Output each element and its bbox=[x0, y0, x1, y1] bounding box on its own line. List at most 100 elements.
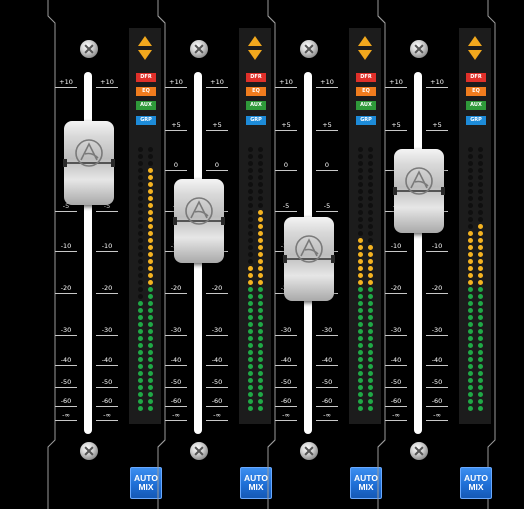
meter-led-left bbox=[468, 287, 473, 292]
scale-mark: +10 bbox=[55, 78, 77, 88]
brand-logo-icon bbox=[295, 235, 323, 263]
fader-knob[interactable] bbox=[283, 217, 335, 302]
scale-mark: +5 bbox=[275, 121, 297, 131]
fader-notch bbox=[393, 187, 397, 196]
meter-led-left bbox=[468, 399, 473, 404]
meter-led-left bbox=[468, 245, 473, 250]
meter-led-right bbox=[478, 329, 483, 334]
brand-logo-icon bbox=[75, 139, 103, 168]
scale-mark: -40 bbox=[275, 356, 297, 366]
meter-led-left bbox=[468, 238, 473, 243]
send-button-eq[interactable]: EQ bbox=[466, 87, 486, 96]
meter-led-left bbox=[468, 350, 473, 355]
brand-logo-icon bbox=[185, 197, 213, 226]
scale-mark: -50 bbox=[385, 378, 407, 388]
fader-knob[interactable] bbox=[63, 121, 115, 206]
meter-led-right bbox=[478, 161, 483, 166]
channel-select-down-icon[interactable] bbox=[468, 50, 482, 60]
scale-mark: -10 bbox=[55, 242, 77, 252]
meter-led-right bbox=[478, 357, 483, 362]
meter-led-left bbox=[468, 301, 473, 306]
meter-led-right bbox=[478, 224, 483, 229]
scale-mark: -30 bbox=[165, 326, 187, 336]
meter-led-left bbox=[468, 308, 473, 313]
meter-led-left bbox=[468, 280, 473, 285]
meter-led-right bbox=[478, 154, 483, 159]
meter-led-left bbox=[468, 385, 473, 390]
level-meter bbox=[466, 140, 486, 411]
meter-led-right bbox=[478, 231, 483, 236]
meter-led-left bbox=[468, 329, 473, 334]
meter-led-left bbox=[468, 259, 473, 264]
scale-mark: -40 bbox=[385, 356, 407, 366]
meter-led-left bbox=[468, 231, 473, 236]
fader-track bbox=[414, 72, 422, 434]
meter-led-left bbox=[468, 343, 473, 348]
channel-control-panel: DFR EQ AUX GRP bbox=[459, 28, 491, 424]
scale-mark: -∞ bbox=[55, 411, 77, 421]
meter-led-left bbox=[468, 196, 473, 201]
meter-led-right bbox=[478, 280, 483, 285]
scale-mark: +10 bbox=[385, 78, 407, 88]
scale-mark: -20 bbox=[165, 284, 187, 294]
scale-mark: +5 bbox=[426, 121, 448, 131]
scale-mark: -20 bbox=[385, 284, 407, 294]
scale-mark: -10 bbox=[385, 242, 407, 252]
meter-led-left bbox=[468, 161, 473, 166]
channel-strip-3: +10+50-5-10-20-30-40-50-60-∞+10+50-5-10-… bbox=[220, 0, 386, 509]
meter-led-right bbox=[478, 175, 483, 180]
meter-led-left bbox=[468, 294, 473, 299]
meter-led-right bbox=[478, 196, 483, 201]
send-button-grp[interactable]: GRP bbox=[466, 116, 486, 125]
scale-mark: -20 bbox=[55, 284, 77, 294]
meter-led-left bbox=[468, 266, 473, 271]
fader-knob[interactable] bbox=[393, 149, 445, 234]
scale-mark: -60 bbox=[165, 397, 187, 407]
scale-mark: -50 bbox=[275, 378, 297, 388]
scale-mark: -30 bbox=[55, 326, 77, 336]
fader-scale-left: +10 -5 -10 -20 -30 -40 -50 -60 -∞ bbox=[55, 0, 81, 509]
scale-mark: -40 bbox=[165, 356, 187, 366]
mixer-console: +10 -5 -10 -20 -30 -40 -50 -60 -∞ +10 -5 -10 -20 -30-… bbox=[0, 0, 524, 509]
scale-mark: -60 bbox=[426, 397, 448, 407]
meter-led-left bbox=[468, 371, 473, 376]
meter-led-right bbox=[478, 203, 483, 208]
scale-mark: +10 bbox=[165, 78, 187, 88]
fader-notch bbox=[283, 255, 287, 264]
meter-led-left bbox=[468, 322, 473, 327]
scale-mark: -∞ bbox=[426, 411, 448, 421]
meter-led-left bbox=[468, 182, 473, 187]
channel-strip-1: +10 -5 -10 -20 -30 -40 -50 -60 -∞ +10 -5 -10 -20 -30-… bbox=[0, 0, 166, 509]
scale-mark: -60 bbox=[275, 397, 297, 407]
meter-led-right bbox=[478, 294, 483, 299]
scale-mark: -∞ bbox=[165, 411, 187, 421]
scale-mark: +10 bbox=[275, 78, 297, 88]
fader-knob[interactable] bbox=[173, 179, 225, 264]
scale-mark: -20 bbox=[426, 284, 448, 294]
meter-led-left bbox=[468, 357, 473, 362]
scale-mark: -5 bbox=[275, 202, 297, 212]
meter-led-right bbox=[478, 182, 483, 187]
meter-led-left bbox=[468, 203, 473, 208]
send-button-dfr[interactable]: DFR bbox=[466, 73, 486, 82]
meter-led-left bbox=[468, 154, 473, 159]
fader-notch bbox=[173, 217, 177, 226]
channel-select-up-icon[interactable] bbox=[468, 36, 482, 46]
scale-mark: +5 bbox=[165, 121, 187, 131]
meter-led-right bbox=[478, 259, 483, 264]
automix-button[interactable]: AUTO MIX bbox=[460, 467, 492, 499]
send-button-aux[interactable]: AUX bbox=[466, 101, 486, 110]
fader-notch bbox=[441, 187, 445, 196]
scale-mark: +5 bbox=[385, 121, 407, 131]
meter-led-right bbox=[478, 322, 483, 327]
meter-led-right bbox=[478, 189, 483, 194]
meter-led-left bbox=[468, 224, 473, 229]
meter-led-left bbox=[468, 364, 473, 369]
meter-led-left bbox=[468, 175, 473, 180]
fader-notch bbox=[63, 159, 67, 168]
automix-label: MIX bbox=[468, 482, 484, 492]
scale-mark: -30 bbox=[385, 326, 407, 336]
meter-led-right bbox=[478, 364, 483, 369]
meter-led-right bbox=[478, 378, 483, 383]
scale-mark: -∞ bbox=[275, 411, 297, 421]
